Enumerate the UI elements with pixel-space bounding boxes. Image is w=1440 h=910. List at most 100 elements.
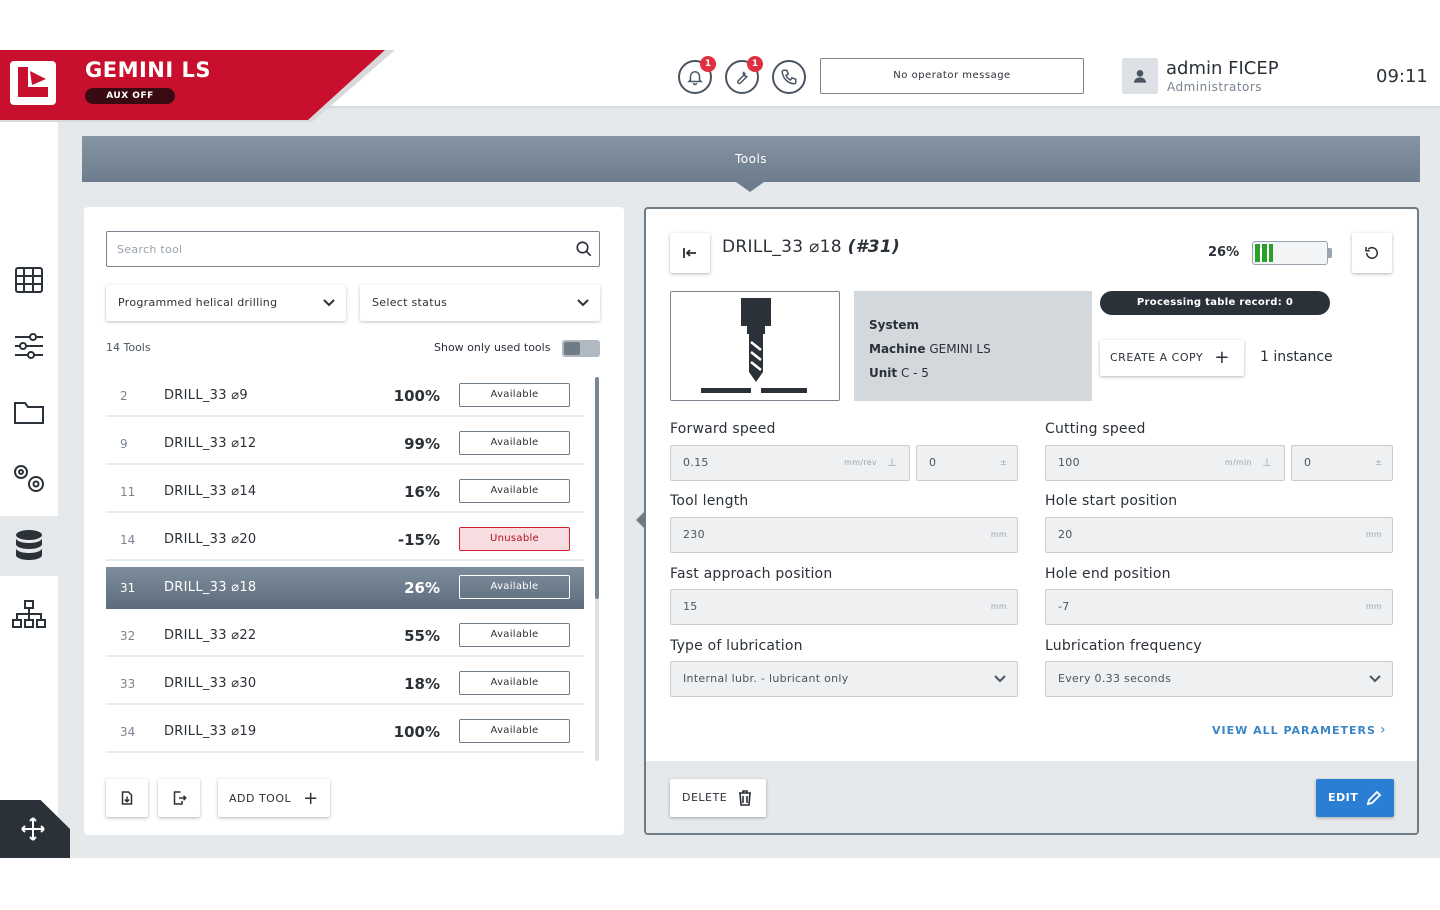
tool-wear-pct: -15% [397,531,440,549]
call-button[interactable] [772,60,806,94]
show-used-label: Show only used tools [434,341,551,354]
status-filter-select[interactable]: Select status [360,285,600,321]
pin-icon[interactable]: ⊥ [1262,446,1272,480]
cutting-speed-offset-field[interactable]: 0 ± [1291,445,1393,481]
tool-length-field[interactable]: 230 mm [670,517,1018,553]
tool-status-badge: Available [459,479,570,503]
view-all-parameters-link[interactable]: VIEW ALL PARAMETERS [1212,724,1376,737]
tool-status-badge: Available [459,671,570,695]
network-icon [12,600,46,628]
chevron-right-icon[interactable]: › [1380,722,1386,738]
notifications-button[interactable]: 1 [678,56,716,94]
tool-length-value: 230 [683,528,705,541]
offset-unit: ± [1374,458,1382,467]
collapse-panel-button[interactable] [670,233,710,273]
sidebar-item-settings-sliders[interactable] [0,316,58,376]
edit-label: EDIT [1328,791,1359,804]
sidebar-item-grid[interactable] [0,250,58,310]
hole-end-value: -7 [1058,600,1070,613]
forward-speed-field[interactable]: 0.15 mm/rev ⊥ [670,445,910,481]
clock: 09:11 [1376,66,1428,87]
move-button[interactable] [0,800,70,858]
offset-unit: ± [999,458,1007,467]
page-title: Tools [82,136,1420,182]
cutting-speed-unit: m/min [1224,458,1252,467]
chevron-down-icon [577,299,589,307]
hole-start-field[interactable]: 20 mm [1045,517,1393,553]
add-tool-label: ADD TOOL [229,791,292,805]
search-icon[interactable] [575,240,593,258]
tool-length-unit: mm [990,530,1007,539]
sidebar-item-tools-database[interactable] [0,516,58,576]
gears-icon [14,465,44,492]
sidebar-item-machine-settings[interactable] [0,448,58,508]
maintenance-button[interactable]: 1 [725,56,763,94]
export-tool-button[interactable] [158,779,200,817]
user-role: Administrators [1167,80,1263,94]
sidebar-item-files[interactable] [0,382,58,442]
reset-button[interactable] [1352,233,1392,273]
tool-name: DRILL_33 ⌀19 [164,724,257,739]
cutting-speed-label: Cutting speed [1045,421,1146,437]
brand-title: GEMINI LS [85,58,211,82]
pin-icon[interactable]: ⊥ [887,446,897,480]
reset-icon [1365,246,1378,259]
search-input[interactable] [117,240,557,258]
forward-speed-offset-field[interactable]: 0 ± [916,445,1018,481]
chevron-down-icon [323,299,335,307]
tool-status-badge: Available [459,431,570,455]
lubrication-freq-select[interactable]: Every 0.33 seconds [1045,661,1393,697]
sliders-icon [15,333,43,359]
tool-system-info: System Machine GEMINI LS Unit C - 5 [854,291,1092,401]
tool-number: 11 [120,485,136,499]
tool-row[interactable]: 34 DRILL_33 ⌀19 100% Available [106,711,584,753]
tool-row-selected[interactable]: 31 DRILL_33 ⌀18 26% Available [106,567,584,609]
lubrication-type-select[interactable]: Internal lubr. - lubricant only [670,661,1018,697]
program-filter-select[interactable]: Programmed helical drilling [106,285,346,321]
export-icon [173,791,187,805]
trash-icon [739,790,751,806]
move-arrows-icon [21,817,45,841]
database-icon [16,530,42,560]
hole-end-unit: mm [1365,602,1382,611]
tool-row[interactable]: 2 DRILL_33 ⌀9 100% Available [106,375,584,417]
user-name: admin FICEP [1166,58,1279,79]
cutting-speed-field[interactable]: 100 m/min ⊥ [1045,445,1285,481]
import-tool-button[interactable] [106,779,148,817]
hole-end-label: Hole end position [1045,566,1171,582]
notifications-badge: 1 [700,56,716,72]
toggle-knob [564,342,580,355]
delete-button[interactable]: DELETE [670,779,766,817]
machine-label: Machine [869,342,926,356]
forward-speed-label: Forward speed [670,421,776,437]
forward-speed-unit: mm/rev [844,458,877,467]
fast-approach-field[interactable]: 15 mm [670,589,1018,625]
tool-name: DRILL_33 ⌀9 [164,388,248,403]
tool-row[interactable]: 11 DRILL_33 ⌀14 16% Available [106,471,584,513]
tool-row[interactable]: 14 DRILL_33 ⌀20 -15% Unusable [106,519,584,561]
tool-row[interactable]: 32 DRILL_33 ⌀22 55% Available [106,615,584,657]
show-used-toggle[interactable] [562,340,600,357]
tool-wear-pct: 55% [404,627,440,645]
wrench-icon [737,71,748,85]
user-avatar[interactable] [1122,58,1158,94]
create-copy-button[interactable]: CREATE A COPY + [1100,340,1244,376]
add-tool-button[interactable]: ADD TOOL + [218,779,330,817]
tool-row[interactable]: 33 DRILL_33 ⌀30 18% Available [106,663,584,705]
tool-list-scrollbar[interactable] [595,377,599,761]
operator-message[interactable]: No operator message [820,58,1084,94]
tool-detail-panel: DRILL_33 ⌀18 (#31) 26% System Machine GE… [644,207,1419,835]
fast-approach-label: Fast approach position [670,566,833,582]
tool-life-fill [1255,244,1273,262]
sidebar-item-network[interactable] [0,584,58,644]
machine-value: GEMINI LS [929,342,991,356]
tool-name: DRILL_33 ⌀14 [164,484,257,499]
tool-row[interactable]: 9 DRILL_33 ⌀12 99% Available [106,423,584,465]
hole-end-field[interactable]: -7 mm [1045,589,1393,625]
tool-life-bar [1252,241,1328,265]
tool-title-id: (#31) [847,237,901,257]
edit-button[interactable]: EDIT [1316,779,1394,817]
tool-list-panel: Programmed helical drilling Select statu… [84,207,624,835]
scrollbar-thumb[interactable] [595,377,599,599]
grid-icon [15,267,43,293]
